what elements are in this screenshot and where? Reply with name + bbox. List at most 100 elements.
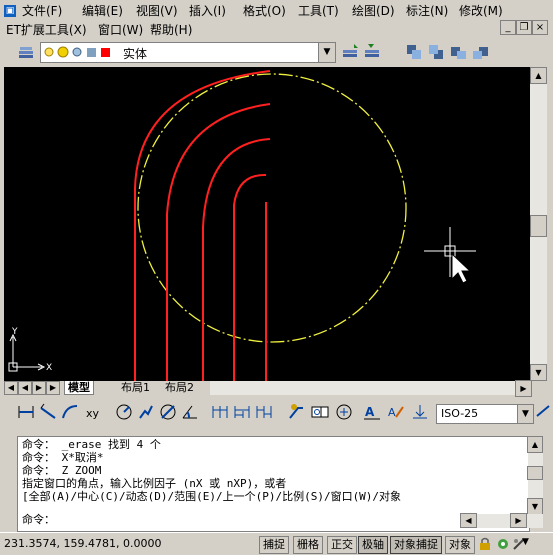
svg-text:xy: xy <box>86 407 100 420</box>
menu-bar: ▣ 文件(F) 编辑(E) 视图(V) 插入(I) 格式(O) 工具(T) 绘图… <box>0 0 553 18</box>
tab-first-icon[interactable]: ◀ <box>4 381 18 395</box>
continue-dim-icon[interactable] <box>254 402 274 422</box>
polar-button[interactable]: 极轴 <box>358 536 388 554</box>
scroll-thumb[interactable] <box>527 466 543 480</box>
menu-file[interactable]: 文件(F) <box>22 2 62 19</box>
canvas-hscroll[interactable]: ▶ <box>210 380 532 397</box>
draw-order-above-icon[interactable] <box>448 42 468 62</box>
dim-text-edit-icon[interactable]: A <box>386 402 406 422</box>
chevron-down-icon[interactable]: ▼ <box>522 537 534 551</box>
layer-combo[interactable]: 实体 ▼ <box>40 42 336 63</box>
command-hscroll[interactable]: ◀ ▶ <box>460 513 543 528</box>
scroll-down-icon[interactable]: ▼ <box>527 498 543 515</box>
radius-dim-icon[interactable] <box>114 402 134 422</box>
dim-edit-icon[interactable]: A <box>362 402 382 422</box>
ucs-y-label: Y <box>12 327 18 337</box>
ucs-x-label: X <box>46 363 53 373</box>
menu-tools[interactable]: 工具(T) <box>298 2 339 19</box>
tab-model[interactable]: 模型 <box>64 381 94 395</box>
center-mark-icon[interactable] <box>334 402 354 422</box>
command-history-line: 命令： Z ZOOM <box>22 464 102 477</box>
command-vscroll[interactable]: ▲ ▼ <box>527 436 543 515</box>
menu-bar-2: ET扩展工具(X) 窗口(W) 帮助(H) _ ❐ × <box>0 18 553 39</box>
drawing-canvas[interactable]: Y X <box>4 67 530 381</box>
canvas-vscroll[interactable]: ▲ ▼ <box>530 67 547 381</box>
draw-order-below-icon[interactable] <box>470 42 490 62</box>
command-history-line: [全部(A)/中心(C)/动态(D)/范围(E)/上一个(P)/比例(S)/窗口… <box>22 490 402 503</box>
close-icon[interactable]: × <box>532 20 548 35</box>
tolerance-icon[interactable] <box>310 402 330 422</box>
tab-next-icon[interactable]: ▶ <box>32 381 46 395</box>
linear-dim-icon[interactable] <box>16 402 36 422</box>
diameter-dim-icon[interactable] <box>158 402 178 422</box>
dim-style-manager-icon[interactable] <box>535 402 553 422</box>
otrack-button[interactable]: 对象 <box>445 536 475 554</box>
red-arc-4 <box>233 173 267 381</box>
command-history-line: 命令： _erase 找到 4 个 <box>22 438 161 451</box>
menu-edit[interactable]: 编辑(E) <box>82 2 123 19</box>
ucs-icon <box>8 333 46 372</box>
tab-last-icon[interactable]: ▶ <box>46 381 60 395</box>
bring-front-icon[interactable] <box>404 42 424 62</box>
jogged-dim-icon[interactable] <box>136 402 156 422</box>
make-object-layer-icon[interactable] <box>340 42 360 62</box>
drawing-geometry <box>8 70 476 381</box>
svg-text:A: A <box>365 405 375 419</box>
coordinate-readout: 231.3574, 159.4781, 0.0000 <box>4 537 162 550</box>
dashed-circle <box>137 73 407 343</box>
baseline-dim-icon[interactable] <box>232 402 252 422</box>
menu-insert[interactable]: 插入(I) <box>189 2 226 19</box>
chevron-down-icon[interactable]: ▼ <box>318 43 335 62</box>
command-history-line: 指定窗口的角点，输入比例因子 (nX 或 nXP)，或者 <box>22 477 287 490</box>
chevron-down-icon[interactable]: ▼ <box>517 405 533 423</box>
ortho-button[interactable]: 正交 <box>327 536 357 554</box>
osnap-button[interactable]: 对象捕捉 <box>390 536 442 554</box>
angular-dim-icon[interactable] <box>180 402 200 422</box>
leader-icon[interactable] <box>286 402 306 422</box>
tab-prev-icon[interactable]: ◀ <box>18 381 32 395</box>
menu-modify[interactable]: 修改(M) <box>459 2 503 19</box>
comm-center-icon[interactable] <box>496 537 510 551</box>
arc-length-icon[interactable] <box>60 402 80 422</box>
minimize-icon[interactable]: _ <box>500 20 516 35</box>
layer-toolbar: 实体 ▼ <box>0 38 553 66</box>
grid-button[interactable]: 栅格 <box>293 536 323 554</box>
dimstyle-combo[interactable]: ISO-25 ▼ <box>436 404 534 424</box>
tab-layout1[interactable]: 布局1 <box>118 381 153 394</box>
scroll-thumb[interactable] <box>530 215 547 237</box>
scroll-right-icon[interactable]: ▶ <box>515 380 532 397</box>
layer-previous-icon[interactable] <box>362 42 382 62</box>
app-icon[interactable]: ▣ <box>4 2 16 17</box>
scroll-up-icon[interactable]: ▲ <box>527 436 543 453</box>
command-prompt[interactable]: 命令： <box>22 513 55 526</box>
svg-text:A: A <box>388 406 396 419</box>
red-arc-2 <box>166 103 271 381</box>
crosshair-cursor <box>424 227 476 284</box>
menu-window[interactable]: 窗口(W) <box>98 21 143 38</box>
menu-view[interactable]: 视图(V) <box>136 2 178 19</box>
quick-dim-icon[interactable] <box>210 402 230 422</box>
aligned-dim-icon[interactable] <box>38 402 58 422</box>
scroll-left-icon[interactable]: ◀ <box>460 513 477 528</box>
layer-name: 实体 <box>123 47 148 61</box>
tab-layout2[interactable]: 布局2 <box>162 381 197 394</box>
snap-button[interactable]: 捕捉 <box>259 536 289 554</box>
menu-help[interactable]: 帮助(H) <box>150 21 192 38</box>
menu-format[interactable]: 格式(O) <box>243 2 286 19</box>
dimstyle-value: ISO-25 <box>441 407 479 420</box>
status-bar: 231.3574, 159.4781, 0.0000 捕捉 栅格 正交 极轴 对… <box>0 532 553 555</box>
lock-icon[interactable] <box>478 537 492 551</box>
send-back-icon[interactable] <box>426 42 446 62</box>
dimension-toolbar: xy A A ISO-25 ▼ <box>0 398 553 428</box>
command-history-line: 命令： X*取消* <box>22 451 104 464</box>
layer-manager-icon[interactable] <box>16 42 36 62</box>
ordinate-dim-icon[interactable]: xy <box>84 402 104 422</box>
scroll-right-icon[interactable]: ▶ <box>510 513 527 528</box>
menu-et-tools[interactable]: ET扩展工具(X) <box>6 21 87 38</box>
menu-draw[interactable]: 绘图(D) <box>352 2 395 19</box>
menu-dimension[interactable]: 标注(N) <box>406 2 448 19</box>
dim-update-icon[interactable] <box>410 402 430 422</box>
scroll-up-icon[interactable]: ▲ <box>530 67 547 84</box>
restore-icon[interactable]: ❐ <box>516 20 532 35</box>
scroll-down-icon[interactable]: ▼ <box>530 364 547 381</box>
